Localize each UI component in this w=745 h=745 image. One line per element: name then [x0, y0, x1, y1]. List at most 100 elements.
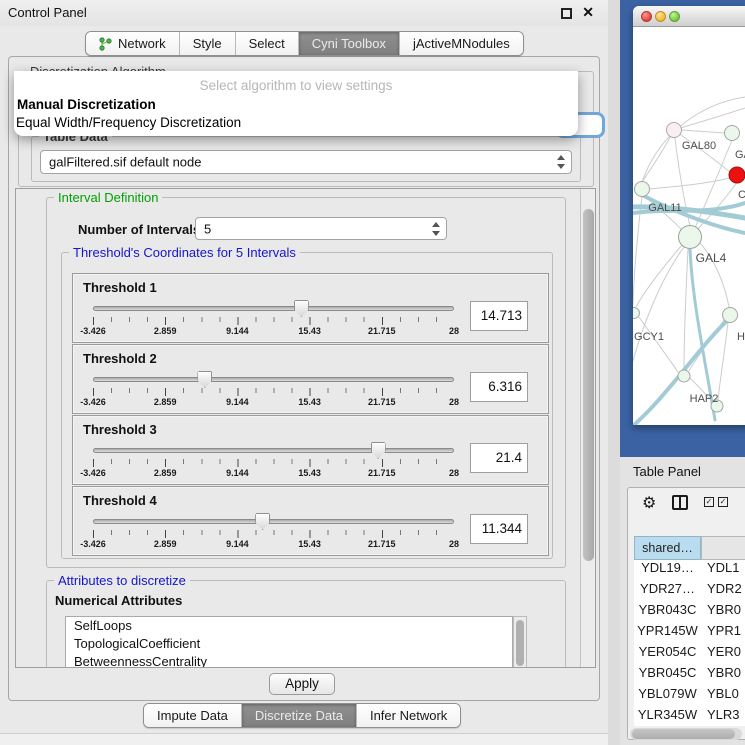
column-header-shared-name[interactable]: shared…: [634, 536, 701, 560]
window-title: Control Panel: [8, 5, 87, 20]
split-columns-icon[interactable]: [672, 495, 688, 510]
tab-label: jActiveMNodules: [413, 36, 510, 51]
threshold-value-field[interactable]: 11.344: [470, 514, 528, 544]
node-table-panel: ⚙ ✓ ✓ shared… na YDL19…YDL1YDR27…YDR2YBR…: [627, 487, 745, 740]
network-node-gal80[interactable]: [667, 123, 682, 138]
tick-label: 28: [449, 539, 459, 549]
apply-button[interactable]: Apply: [269, 673, 335, 695]
number-of-intervals-combo[interactable]: 5: [195, 217, 447, 240]
tab-network[interactable]: Network: [86, 32, 180, 55]
tab-discretize-data[interactable]: Discretize Data: [242, 704, 357, 727]
settings-vertical-scrollbar[interactable]: [580, 189, 595, 667]
slider-thumb[interactable]: [371, 442, 386, 459]
table-data-combo[interactable]: galFiltered.sif default node: [40, 150, 572, 174]
checkbox-icon[interactable]: ✓: [718, 497, 728, 507]
network-node-gcy1[interactable]: [633, 308, 640, 319]
scrollbar-thumb[interactable]: [632, 729, 735, 739]
tab-impute-data[interactable]: Impute Data: [144, 704, 242, 727]
table-row[interactable]: YER054CYER0: [634, 644, 745, 665]
cell-name[interactable]: YLR3: [701, 707, 745, 726]
attributes-list-scrollbar[interactable]: [513, 616, 527, 668]
tab-select[interactable]: Select: [236, 32, 299, 55]
cell-name[interactable]: YDR2: [701, 581, 745, 602]
close-icon[interactable]: ✕: [582, 4, 594, 21]
network-canvas[interactable]: GAL80GACGAL11GAL4GCY1HHAP2: [633, 27, 745, 425]
cell-shared-name[interactable]: YLR345W: [634, 707, 701, 726]
slider-track[interactable]: [93, 448, 454, 453]
table-row[interactable]: YBR045CYBR0: [634, 665, 745, 686]
cell-name[interactable]: YER0: [701, 644, 745, 665]
network-node-ga[interactable]: [725, 126, 740, 141]
cell-shared-name[interactable]: YDR27…: [634, 581, 701, 602]
tick-label: 15.43: [298, 326, 321, 336]
network-node-gal4[interactable]: [679, 226, 702, 249]
table-row[interactable]: YLR345WYLR3: [634, 707, 745, 726]
slider-tick-labels: -3.4262.8599.14415.4321.71528: [93, 539, 454, 550]
cell-shared-name[interactable]: YDL19…: [634, 560, 701, 581]
cell-shared-name[interactable]: YBR043C: [634, 602, 701, 623]
cell-name[interactable]: YPR1: [701, 623, 745, 644]
threshold-value-field[interactable]: 14.713: [470, 301, 528, 331]
tab-label: Discretize Data: [255, 708, 343, 723]
tab-style[interactable]: Style: [180, 32, 236, 55]
slider-track[interactable]: [93, 377, 454, 382]
threshold-value-field[interactable]: 6.316: [470, 372, 528, 402]
attribute-item[interactable]: BetweennessCentrality: [66, 653, 512, 668]
network-window-titlebar: [633, 6, 745, 27]
tick-label: 2.859: [154, 468, 177, 478]
threshold-label: Threshold 1: [83, 280, 157, 295]
algorithm-hint: Select algorithm to view settings: [14, 78, 578, 93]
table-row[interactable]: YPR145WYPR1: [634, 623, 745, 644]
tick-label: 9.144: [226, 468, 249, 478]
column-header-name[interactable]: na: [701, 536, 745, 560]
slider-thumb[interactable]: [255, 513, 270, 530]
cell-shared-name[interactable]: YER054C: [634, 644, 701, 665]
numerical-attributes-list[interactable]: SelfLoopsTopologicalCoefficientBetweenne…: [65, 616, 513, 668]
cell-name[interactable]: YBR0: [701, 665, 745, 686]
network-node-h[interactable]: [723, 308, 738, 323]
algorithm-option-manual[interactable]: Manual Discretization: [17, 97, 156, 112]
table-row[interactable]: YBL079WYBL0: [634, 686, 745, 707]
table-horizontal-scrollbar[interactable]: [630, 728, 742, 740]
cell-shared-name[interactable]: YBR045C: [634, 665, 701, 686]
interval-definition-title: Interval Definition: [54, 190, 162, 205]
scrollbar-thumb[interactable]: [516, 620, 524, 666]
slider-tick-labels: -3.4262.8599.14415.4321.71528: [93, 468, 454, 479]
cell-name[interactable]: YBL0: [701, 686, 745, 707]
tab-label: Style: [193, 36, 222, 51]
tick-label: 21.715: [368, 326, 396, 336]
interval-definition-group: Interval Definition Number of Intervals …: [46, 197, 566, 568]
cell-name[interactable]: YDL1: [701, 560, 745, 581]
node-label: HAP2: [690, 393, 719, 405]
tab-infer-network[interactable]: Infer Network: [357, 704, 460, 727]
slider-thumb[interactable]: [197, 371, 212, 388]
cell-shared-name[interactable]: YBL079W: [634, 686, 701, 707]
slider-thumb[interactable]: [294, 300, 309, 317]
table-row[interactable]: YBR043CYBR0: [634, 602, 745, 623]
network-node-gal11[interactable]: [635, 182, 650, 197]
slider-track[interactable]: [93, 519, 454, 524]
minimize-traffic-light-icon[interactable]: [655, 11, 666, 22]
network-node-c[interactable]: [729, 167, 745, 183]
gear-icon[interactable]: ⚙: [642, 493, 656, 513]
slider-track[interactable]: [93, 306, 454, 311]
algorithm-option-equal-width[interactable]: Equal Width/Frequency Discretization: [16, 115, 241, 130]
threshold-value-field[interactable]: 21.4: [470, 443, 528, 473]
network-icon: [99, 37, 112, 51]
float-window-icon[interactable]: [561, 8, 572, 19]
cell-shared-name[interactable]: YPR145W: [634, 623, 701, 644]
cell-name[interactable]: YBR0: [701, 602, 745, 623]
zoom-traffic-light-icon[interactable]: [669, 11, 680, 22]
checkbox-icon[interactable]: ✓: [704, 497, 714, 507]
network-nodes[interactable]: [633, 123, 745, 413]
table-row[interactable]: YDL19…YDL1: [634, 560, 745, 581]
network-node-hap2[interactable]: [678, 370, 690, 382]
tab-cyni-toolbox[interactable]: Cyni Toolbox: [299, 32, 400, 55]
close-traffic-light-icon[interactable]: [641, 11, 652, 22]
scrollbar-thumb[interactable]: [583, 209, 594, 561]
table-body[interactable]: YDL19…YDL1YDR27…YDR2YBR043CYBR0YPR145WYP…: [634, 560, 745, 726]
attribute-item[interactable]: TopologicalCoefficient: [66, 635, 512, 653]
tab-jactivemnodules[interactable]: jActiveMNodules: [400, 32, 523, 55]
attribute-item[interactable]: SelfLoops: [66, 617, 512, 635]
table-row[interactable]: YDR27…YDR2: [634, 581, 745, 602]
